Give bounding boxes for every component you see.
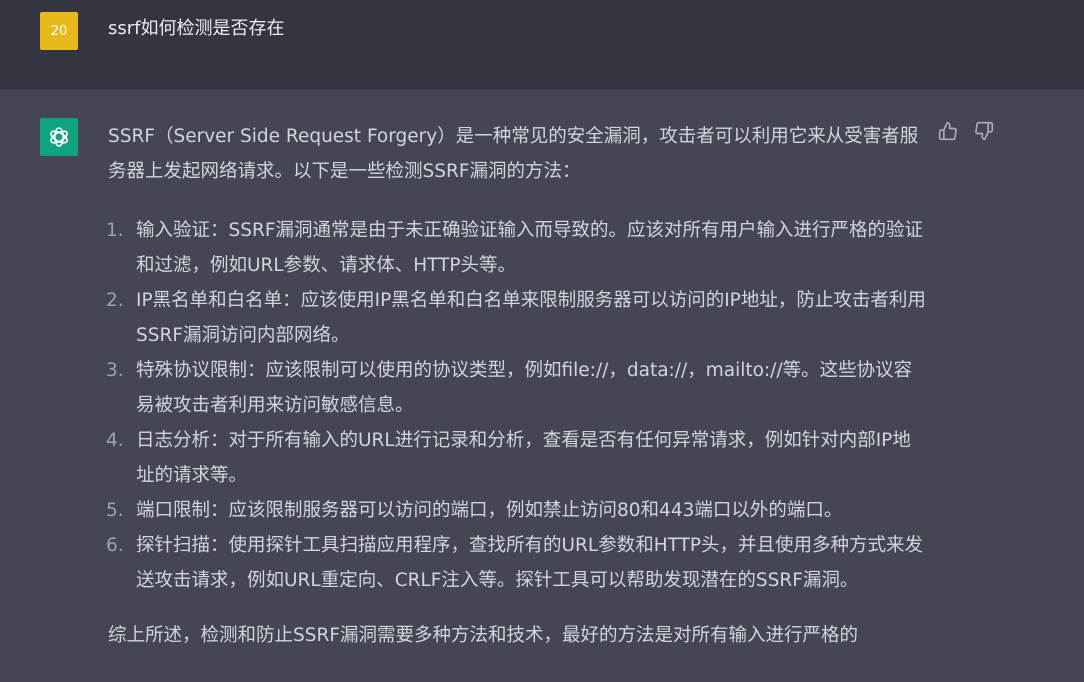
answer-summary: 综上所述，检测和防止SSRF漏洞需要多种方法和技术，最好的方法是对所有输入进行严… — [108, 625, 858, 646]
list-item: 3. 特殊协议限制：应该限制可以使用的协议类型，例如file://，data://… — [106, 353, 928, 423]
list-item-text: 特殊协议限制：应该限制可以使用的协议类型，例如file://，data://，m… — [136, 360, 913, 416]
list-item: 2. IP黑名单和白名单：应该使用IP黑名单和白名单来限制服务器可以访问的IP地址… — [106, 283, 928, 353]
list-item-number: 4. — [106, 430, 124, 451]
list-item-number: 5. — [106, 500, 124, 521]
list-item: 5. 端口限制：应该限制服务器可以访问的端口，例如禁止访问80和443端口以外的端… — [106, 493, 928, 528]
list-item: 4. 日志分析：对于所有输入的URL进行记录和分析，查看是否有任何异常请求，例如针… — [106, 423, 928, 493]
thumbs-up-button[interactable] — [938, 121, 958, 141]
assistant-answer: SSRF（Server Side Request Forgery）是一种常见的安… — [106, 119, 928, 653]
thumbs-down-button[interactable] — [974, 121, 994, 141]
user-avatar: 20 — [40, 12, 78, 50]
assistant-message-row: SSRF（Server Side Request Forgery）是一种常见的安… — [0, 89, 1084, 682]
user-message-row: 20 ssrf如何检测是否存在 — [0, 0, 1084, 89]
user-message-text: ssrf如何检测是否存在 — [108, 18, 285, 39]
answer-intro: SSRF（Server Side Request Forgery）是一种常见的安… — [108, 126, 919, 182]
list-item-text: 探针扫描：使用探针工具扫描应用程序，查找所有的URL参数和HTTP头，并且使用多… — [136, 535, 924, 591]
openai-logo-icon — [40, 118, 78, 156]
list-item-number: 2. — [106, 290, 124, 311]
list-item: 6. 探针扫描：使用探针工具扫描应用程序，查找所有的URL参数和HTTP头，并且使… — [106, 528, 928, 598]
feedback-buttons — [938, 121, 994, 141]
list-item-text: 端口限制：应该限制服务器可以访问的端口，例如禁止访问80和443端口以外的端口。 — [136, 500, 843, 521]
list-item-number: 3. — [106, 360, 124, 381]
list-item-number: 6. — [106, 535, 124, 556]
list-item: 1. 输入验证：SSRF漏洞通常是由于未正确验证输入而导致的。应该对所有用户输入进… — [106, 213, 928, 283]
list-item-text: IP黑名单和白名单：应该使用IP黑名单和白名单来限制服务器可以访问的IP地址，防… — [136, 290, 926, 346]
thumbs-up-icon — [938, 121, 957, 141]
list-item-text: 日志分析：对于所有输入的URL进行记录和分析，查看是否有任何异常请求，例如针对内… — [136, 430, 911, 486]
list-item-text: 输入验证：SSRF漏洞通常是由于未正确验证输入而导致的。应该对所有用户输入进行严… — [136, 220, 923, 276]
list-item-number: 1. — [106, 220, 124, 241]
answer-list: 1. 输入验证：SSRF漏洞通常是由于未正确验证输入而导致的。应该对所有用户输入进… — [106, 213, 928, 598]
thumbs-down-icon — [975, 121, 994, 141]
